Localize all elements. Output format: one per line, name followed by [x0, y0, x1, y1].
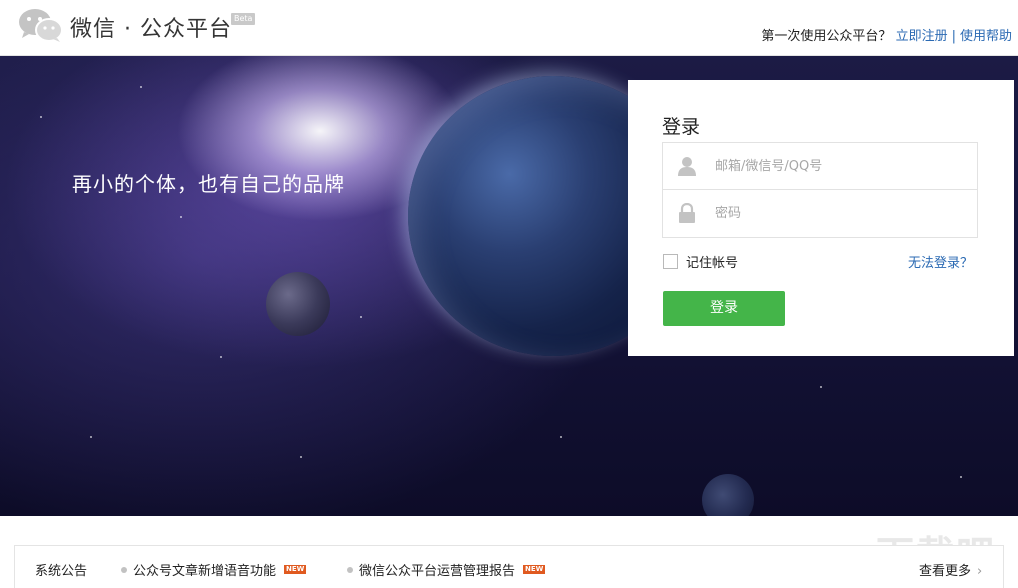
beta-badge: Beta	[231, 13, 256, 25]
star	[360, 316, 362, 318]
first-time-text: 第一次使用公众平台？	[761, 29, 892, 44]
slogan: 再小的个体，也有自己的品牌	[72, 172, 345, 196]
announcement-title: 系统公告	[35, 564, 88, 579]
view-more-link[interactable]: 查看更多 ›	[919, 560, 982, 579]
chevron-right-icon: ›	[977, 564, 983, 579]
wechat-logo-icon[interactable]	[18, 7, 64, 43]
bullet-dot	[347, 566, 353, 573]
link-separator: |	[951, 29, 956, 44]
login-button[interactable]: 登录	[663, 291, 785, 326]
bullet-dot	[121, 566, 127, 573]
register-link[interactable]: 立即注册	[896, 29, 948, 44]
username-input[interactable]	[715, 155, 965, 177]
announcement-bar: 系统公告 公众号文章新增语音功能 NEW 微信公众平台运营管理报告 NEW 查看…	[14, 545, 1004, 588]
username-field[interactable]	[662, 142, 978, 190]
star	[820, 386, 822, 388]
remember-label: 记住帐号	[686, 256, 739, 271]
announcement-text[interactable]: 微信公众平台运营管理报告	[359, 560, 515, 579]
help-link[interactable]: 使用帮助	[960, 29, 1012, 44]
announcement-item[interactable]: 微信公众平台运营管理报告 NEW	[347, 560, 546, 579]
brand-title: 微信 · 公众平台	[70, 17, 232, 42]
login-title: 登录	[662, 116, 701, 138]
header-links: 第一次使用公众平台？ 立即注册 | 使用帮助	[761, 25, 1012, 44]
remember-account[interactable]: 记住帐号	[663, 252, 738, 271]
top-header: 微信 · 公众平台 Beta 第一次使用公众平台？ 立即注册 | 使用帮助	[0, 0, 1018, 56]
login-panel: 登录 记住帐号 无法登录？ 登录	[628, 80, 1014, 356]
star	[40, 116, 42, 118]
view-more-label: 查看更多	[919, 564, 972, 579]
star	[220, 356, 222, 358]
announcement-text[interactable]: 公众号文章新增语音功能	[133, 560, 276, 579]
lock-icon	[679, 203, 695, 223]
distant-planet-image	[702, 474, 754, 516]
announcement-item[interactable]: 公众号文章新增语音功能 NEW	[121, 560, 307, 579]
star	[560, 436, 562, 438]
star	[300, 456, 302, 458]
cannot-login-link[interactable]: 无法登录？	[908, 252, 973, 271]
new-badge: NEW	[523, 565, 546, 574]
star	[90, 436, 92, 438]
star	[140, 86, 142, 88]
new-badge: NEW	[284, 565, 307, 574]
user-icon	[678, 157, 696, 176]
password-field[interactable]	[662, 190, 978, 238]
password-input[interactable]	[715, 202, 965, 224]
remember-checkbox[interactable]	[663, 254, 678, 269]
small-planet-image	[266, 272, 330, 336]
star	[960, 476, 962, 478]
star	[180, 216, 182, 218]
